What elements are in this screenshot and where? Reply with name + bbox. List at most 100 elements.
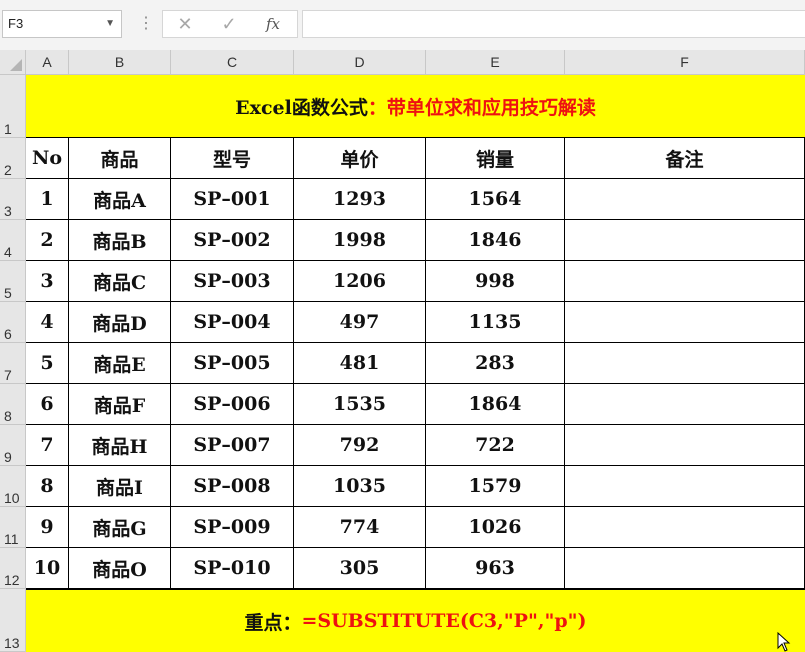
data-cell-no[interactable]: 10 [26, 548, 69, 589]
column-header-e[interactable]: E [426, 50, 565, 75]
enter-icon[interactable]: ✓ [209, 11, 249, 37]
name-box[interactable]: F3 ▼ [2, 10, 122, 38]
data-cell-no[interactable]: 4 [26, 302, 69, 343]
data-cell-remark[interactable] [565, 302, 805, 343]
header-cell-model[interactable]: 型号 [171, 138, 294, 179]
footer-banner[interactable]: 重点： =SUBSTITUTE(C3,"P","p") [26, 589, 805, 652]
column-header-b[interactable]: B [69, 50, 171, 75]
row-header-2[interactable]: 2 [0, 138, 26, 179]
data-cell-remark[interactable] [565, 343, 805, 384]
data-cell-model[interactable]: SP–010 [171, 548, 294, 589]
data-cell-price[interactable]: 1998 [294, 220, 426, 261]
row-header-3[interactable]: 3 [0, 179, 26, 220]
title-suffix: ：带单位求和应用技巧解读 [367, 96, 596, 119]
data-cell-model[interactable]: SP–005 [171, 343, 294, 384]
data-cell-price[interactable]: 1206 [294, 261, 426, 302]
data-cell-remark[interactable] [565, 179, 805, 220]
row-header-4[interactable]: 4 [0, 220, 26, 261]
data-cell-no[interactable]: 2 [26, 220, 69, 261]
title-banner[interactable]: Excel函数公式 ：带单位求和应用技巧解读 [26, 75, 805, 138]
data-cell-price[interactable]: 792 [294, 425, 426, 466]
data-cell-model[interactable]: SP–004 [171, 302, 294, 343]
data-cell-product[interactable]: 商品A [69, 179, 171, 220]
data-cell-product[interactable]: 商品I [69, 466, 171, 507]
select-all-corner[interactable] [0, 50, 26, 75]
row-header-9[interactable]: 9 [0, 425, 26, 466]
row-header-12[interactable]: 12 [0, 548, 26, 589]
data-cell-sales[interactable]: 1864 [426, 384, 565, 425]
data-cell-price[interactable]: 1535 [294, 384, 426, 425]
data-cell-no[interactable]: 3 [26, 261, 69, 302]
header-cell-sales[interactable]: 销量 [426, 138, 565, 179]
row-header-7[interactable]: 7 [0, 343, 26, 384]
footer-label: 重点： [244, 611, 302, 634]
data-cell-sales[interactable]: 1579 [426, 466, 565, 507]
row-header-8[interactable]: 8 [0, 384, 26, 425]
insert-function-icon[interactable]: fx [253, 11, 293, 37]
data-cell-remark[interactable] [565, 220, 805, 261]
formula-buttons: ✕ ✓ fx [162, 10, 298, 38]
data-cell-price[interactable]: 481 [294, 343, 426, 384]
data-cell-sales[interactable]: 1026 [426, 507, 565, 548]
data-cell-sales[interactable]: 722 [426, 425, 565, 466]
data-cell-sales[interactable]: 1564 [426, 179, 565, 220]
header-cell-no[interactable]: No [26, 138, 69, 179]
data-cell-sales[interactable]: 1846 [426, 220, 565, 261]
row-header-5[interactable]: 5 [0, 261, 26, 302]
header-cell-price[interactable]: 单价 [294, 138, 426, 179]
data-cell-product[interactable]: 商品E [69, 343, 171, 384]
data-cell-product[interactable]: 商品H [69, 425, 171, 466]
data-cell-sales[interactable]: 998 [426, 261, 565, 302]
data-cell-no[interactable]: 1 [26, 179, 69, 220]
header-cell-product[interactable]: 商品 [69, 138, 171, 179]
row-header-10[interactable]: 10 [0, 466, 26, 507]
data-cell-product[interactable]: 商品O [69, 548, 171, 589]
data-cell-model[interactable]: SP–008 [171, 466, 294, 507]
data-cell-sales[interactable]: 283 [426, 343, 565, 384]
row-header-6[interactable]: 6 [0, 302, 26, 343]
data-cell-sales[interactable]: 1135 [426, 302, 565, 343]
data-cell-product[interactable]: 商品D [69, 302, 171, 343]
data-cell-remark[interactable] [565, 425, 805, 466]
data-cell-price[interactable]: 1035 [294, 466, 426, 507]
formula-bar: F3 ▼ ⋮ ✕ ✓ fx [0, 0, 805, 50]
column-header-d[interactable]: D [294, 50, 426, 75]
data-cell-model[interactable]: SP–007 [171, 425, 294, 466]
data-cell-model[interactable]: SP–003 [171, 261, 294, 302]
data-cell-price[interactable]: 1293 [294, 179, 426, 220]
data-cell-remark[interactable] [565, 548, 805, 589]
data-cell-model[interactable]: SP–006 [171, 384, 294, 425]
row-header-11[interactable]: 11 [0, 507, 26, 548]
column-header-a[interactable]: A [26, 50, 69, 75]
data-cell-no[interactable]: 8 [26, 466, 69, 507]
data-cell-price[interactable]: 305 [294, 548, 426, 589]
formula-input[interactable] [302, 10, 805, 38]
row-header-1[interactable]: 1 [0, 75, 26, 138]
data-cell-product[interactable]: 商品G [69, 507, 171, 548]
data-cell-model[interactable]: SP–001 [171, 179, 294, 220]
data-cell-model[interactable]: SP–009 [171, 507, 294, 548]
data-cell-remark[interactable] [565, 466, 805, 507]
data-cell-no[interactable]: 6 [26, 384, 69, 425]
data-cell-product[interactable]: 商品B [69, 220, 171, 261]
header-cell-remark[interactable]: 备注 [565, 138, 805, 179]
data-cell-no[interactable]: 5 [26, 343, 69, 384]
data-cell-model[interactable]: SP–002 [171, 220, 294, 261]
data-cell-remark[interactable] [565, 507, 805, 548]
data-cell-remark[interactable] [565, 384, 805, 425]
data-cell-price[interactable]: 497 [294, 302, 426, 343]
data-cell-no[interactable]: 9 [26, 507, 69, 548]
data-cell-remark[interactable] [565, 261, 805, 302]
column-header-f[interactable]: F [565, 50, 805, 75]
data-cell-sales[interactable]: 963 [426, 548, 565, 589]
data-cell-price[interactable]: 774 [294, 507, 426, 548]
data-cell-product[interactable]: 商品C [69, 261, 171, 302]
data-cell-no[interactable]: 7 [26, 425, 69, 466]
cancel-icon[interactable]: ✕ [165, 11, 205, 37]
chevron-down-icon[interactable]: ▼ [105, 11, 115, 37]
row-header-13[interactable]: 13 [0, 589, 26, 652]
data-cell-product[interactable]: 商品F [69, 384, 171, 425]
row-number: 10 [4, 490, 20, 506]
more-options-icon[interactable]: ⋮ [138, 12, 154, 36]
column-header-c[interactable]: C [171, 50, 294, 75]
